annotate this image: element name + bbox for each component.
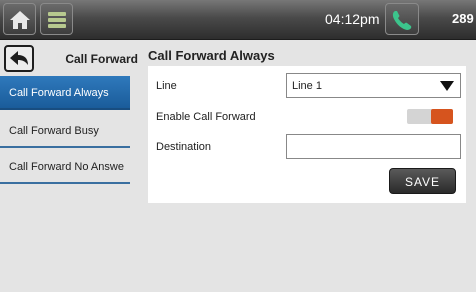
page-title: Call Forward Always [148, 48, 275, 63]
home-icon [10, 11, 30, 29]
line-select-value: Line 1 [292, 80, 322, 92]
sidebar-item-call-forward-no-answer[interactable]: Call Forward No Answe [0, 150, 130, 184]
menu-button[interactable] [40, 3, 73, 35]
enable-call-forward-label: Enable Call Forward [156, 111, 256, 123]
sidebar-item-label: Call Forward Busy [9, 125, 99, 137]
menu-icon [48, 12, 66, 28]
save-button[interactable]: SAVE [389, 168, 456, 194]
toggle-knob [431, 109, 453, 124]
sidebar-item-label: Call Forward No Answe [9, 161, 124, 173]
top-bar: 04:12pm 289 [0, 0, 476, 40]
sidebar-item-label: Call Forward Always [9, 87, 109, 99]
line-label: Line [156, 80, 177, 92]
back-button[interactable] [4, 45, 34, 72]
line-select[interactable]: Line 1 [286, 73, 461, 98]
home-button[interactable] [3, 3, 36, 35]
enable-call-forward-toggle[interactable] [407, 109, 453, 124]
settings-panel: Line Line 1 Enable Call Forward Destinat… [148, 66, 466, 203]
sidebar-item-call-forward-busy[interactable]: Call Forward Busy [0, 114, 130, 148]
clock: 04:12pm [325, 11, 380, 27]
dropdown-arrow-icon [440, 81, 454, 91]
sidebar-title: Call Forward [65, 52, 138, 66]
extension-number: 289 [452, 11, 474, 26]
destination-label: Destination [156, 141, 212, 153]
sidebar-item-call-forward-always[interactable]: Call Forward Always [0, 76, 130, 110]
phone-icon [392, 11, 412, 30]
destination-input[interactable] [286, 134, 461, 159]
back-arrow-icon [10, 51, 28, 65]
phone-button[interactable] [385, 3, 419, 35]
